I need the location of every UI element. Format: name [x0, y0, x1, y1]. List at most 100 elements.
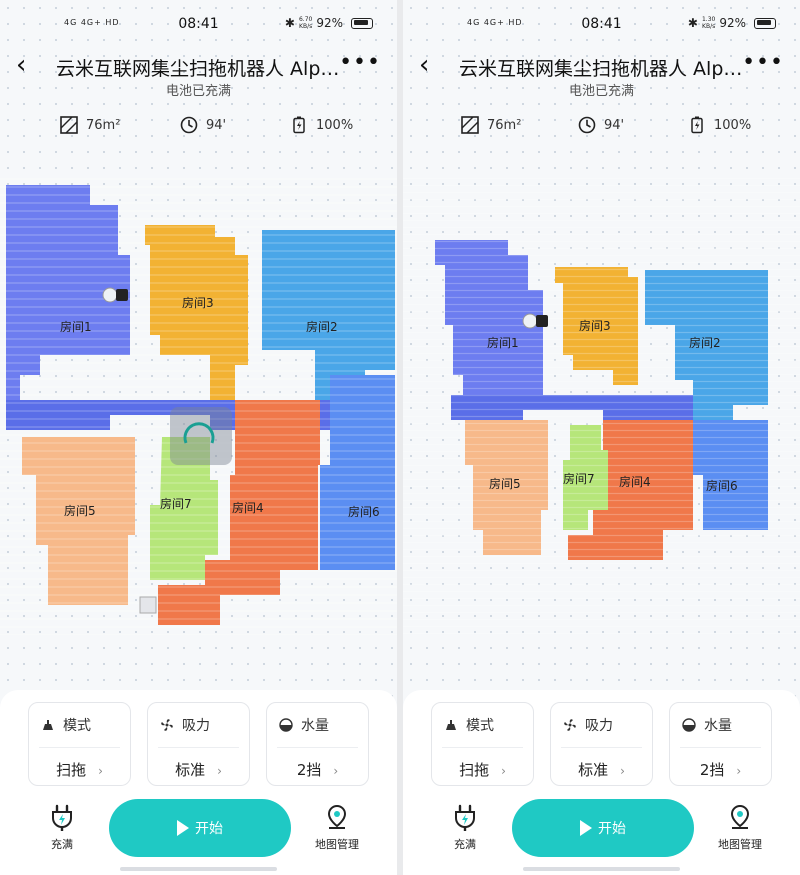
device-status: 电池已充满 — [568, 84, 634, 99]
area-value: 76m² — [487, 117, 522, 133]
robot-selection[interactable] — [170, 407, 232, 465]
home-indicator[interactable] — [523, 867, 680, 871]
more-menu-button[interactable]: ••• — [339, 50, 381, 75]
control-panel: 模式 扫拖 › 吸力 标准 › 水量 2挡 › 充满 开始 地图管理 — [0, 690, 397, 875]
chevron-right-icon: › — [98, 764, 103, 778]
status-bar: 4G 4G+ HD 08:41 ✱ 1.30 KB/s 92% — [403, 14, 800, 38]
battery-charging-icon — [691, 116, 703, 134]
cleaning-stats: 76m² 94' 100% — [0, 116, 397, 142]
speed-unit: KB/s — [299, 23, 313, 30]
stat-area: 76m² — [60, 116, 120, 134]
mode-value: 扫拖 — [459, 761, 490, 779]
speed-unit: KB/s — [702, 23, 716, 30]
status-right: ✱ 1.30 KB/s 92% — [688, 16, 776, 30]
charge-label: 充满 — [51, 838, 73, 851]
small-square — [139, 596, 157, 614]
fan-icon — [564, 719, 576, 731]
room-label-7[interactable]: 房间7 — [160, 496, 192, 511]
bluetooth-icon: ✱ — [284, 16, 295, 30]
water-card[interactable]: 水量 2挡 › — [669, 702, 772, 786]
device-status: 电池已充满 — [165, 84, 231, 99]
start-button[interactable]: 开始 — [109, 799, 291, 857]
charge-button[interactable]: 充满 — [42, 804, 82, 852]
suction-label: 吸力 — [182, 718, 210, 734]
plug-icon — [52, 804, 72, 831]
play-icon — [177, 820, 189, 836]
chevron-right-icon: › — [333, 764, 339, 778]
water-card[interactable]: 水量 2挡 › — [266, 702, 369, 786]
room-label-3[interactable]: 房间3 — [579, 318, 611, 333]
clock-icon — [180, 116, 198, 134]
map-canvas[interactable]: 房间1 房间2 房间3 房间4 房间5 房间6 房间7 — [403, 175, 800, 635]
cleaning-stats: 76m² 94' 100% — [403, 116, 800, 142]
chevron-right-icon: › — [501, 764, 506, 778]
cleaning-map[interactable]: 房间1 房间2 房间3 房间4 房间5 房间6 房间7 — [0, 175, 397, 635]
room-label-2[interactable]: 房间2 — [306, 319, 338, 334]
plug-icon — [455, 804, 475, 831]
mode-label: 模式 — [63, 718, 91, 734]
phone-screen-right: 4G 4G+ HD 08:41 ✱ 1.30 KB/s 92% ‹ 云米互联网集… — [403, 0, 800, 875]
battery-icon — [754, 17, 776, 29]
suction-value: 标准 — [578, 761, 609, 779]
water-level-icon — [279, 718, 293, 732]
fan-icon — [161, 719, 173, 731]
home-indicator[interactable] — [120, 867, 277, 871]
room-label-1[interactable]: 房间1 — [487, 335, 519, 350]
back-button[interactable]: ‹ — [16, 52, 44, 80]
room-label-5[interactable]: 房间5 — [64, 503, 96, 518]
back-button[interactable]: ‹ — [419, 52, 447, 80]
stat-area: 76m² — [461, 116, 521, 134]
battery-value: 100% — [714, 117, 752, 133]
time-value: 94' — [206, 117, 227, 133]
room-label-6[interactable]: 房间6 — [348, 504, 380, 519]
status-bar: 4G 4G+ HD 08:41 ✱ 6.70 KB/s 92% — [0, 14, 397, 38]
room-label-5[interactable]: 房间5 — [489, 476, 521, 491]
mode-label: 模式 — [466, 718, 494, 734]
mode-value: 扫拖 — [56, 761, 87, 779]
app-header: ‹ 云米互联网集尘扫拖机器人 Alph… ••• 电池已充满 — [0, 50, 397, 100]
control-cards: 模式 扫拖 › 吸力 标准 › 水量 2挡 › — [431, 702, 772, 786]
mode-card[interactable]: 模式 扫拖 › — [28, 702, 131, 786]
room-label-1[interactable]: 房间1 — [60, 319, 92, 334]
room-label-4[interactable]: 房间4 — [619, 474, 651, 489]
status-right: ✱ 6.70 KB/s 92% — [285, 16, 373, 30]
suction-card[interactable]: 吸力 标准 › — [147, 702, 250, 786]
charge-button[interactable]: 充满 — [445, 804, 485, 852]
room-label-7[interactable]: 房间7 — [563, 471, 595, 486]
map-management-label: 地图管理 — [718, 838, 762, 851]
room-label-6[interactable]: 房间6 — [706, 478, 738, 493]
water-value: 2挡 — [699, 761, 725, 779]
room-label-3[interactable]: 房间3 — [182, 295, 214, 310]
cleaning-map[interactable]: 房间1 房间2 房间3 房间4 房间5 房间6 房间7 — [403, 175, 800, 635]
battery-value: 100% — [316, 117, 354, 133]
suction-card[interactable]: 吸力 标准 › — [550, 702, 653, 786]
map-canvas[interactable]: 房间1 房间2 房间3 房间4 房间5 房间6 房间7 — [0, 175, 397, 635]
chevron-right-icon: › — [620, 764, 625, 778]
battery-charging-icon — [293, 116, 305, 134]
room-label-4[interactable]: 房间4 — [232, 500, 264, 515]
battery-percent: 92% — [316, 16, 343, 30]
area-icon — [60, 116, 78, 134]
bottom-actions: 充满 开始 地图管理 — [0, 796, 397, 866]
bluetooth-icon: ✱ — [687, 16, 698, 30]
map-management-button[interactable]: 地图管理 — [305, 804, 369, 852]
app-header: ‹ 云米互联网集尘扫拖机器人 Alph… ••• 电池已充满 — [403, 50, 800, 100]
battery-percent: 92% — [719, 16, 746, 30]
mode-card[interactable]: 模式 扫拖 › — [431, 702, 534, 786]
start-button[interactable]: 开始 — [512, 799, 694, 857]
start-label: 开始 — [195, 821, 223, 837]
network-speed: 1.30 KB/s — [702, 16, 715, 30]
page-title: 云米互联网集尘扫拖机器人 Alph… — [56, 58, 342, 80]
clock-icon — [578, 116, 596, 134]
room-label-2[interactable]: 房间2 — [689, 335, 721, 350]
bottom-actions: 充满 开始 地图管理 — [403, 796, 800, 866]
play-icon — [580, 820, 592, 836]
time-value: 94' — [604, 117, 625, 133]
stat-time: 94' — [578, 116, 624, 134]
water-level-icon — [682, 718, 696, 732]
water-label: 水量 — [704, 718, 732, 734]
start-label: 开始 — [598, 821, 626, 837]
map-management-button[interactable]: 地图管理 — [708, 804, 772, 852]
chevron-right-icon: › — [736, 764, 742, 778]
more-menu-button[interactable]: ••• — [742, 50, 784, 75]
